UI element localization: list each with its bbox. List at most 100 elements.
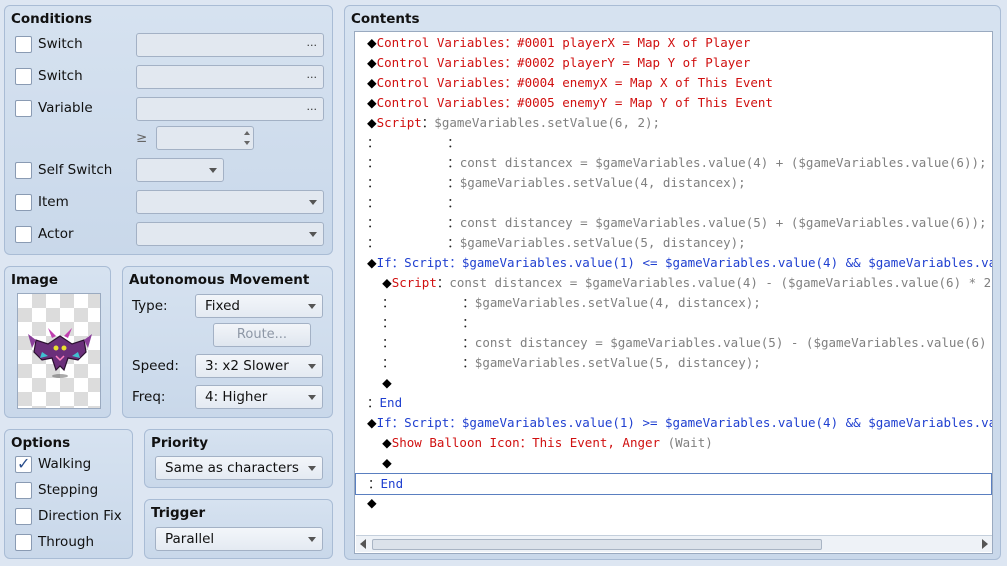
speed-dropdown[interactable]: 3: x2 Slower: [195, 354, 323, 378]
command-text: ：: [436, 275, 450, 290]
variable-label: Variable: [38, 100, 93, 116]
command-line[interactable]: ： ：const distancey = $gameVariables.valu…: [355, 333, 992, 353]
scroll-left-icon[interactable]: [360, 539, 366, 549]
item-checkbox[interactable]: [15, 194, 32, 211]
purple-bat-demon-icon: [28, 328, 92, 378]
command-text: [367, 275, 382, 290]
spin-down-icon[interactable]: [244, 141, 250, 145]
command-line[interactable]: ◆Script：$gameVariables.setValue(6, 2);: [355, 113, 992, 133]
command-line[interactable]: ◆Control Variables：#0002 playerY = Map Y…: [355, 53, 992, 73]
command-line[interactable]: ： ：$gameVariables.setValue(4, distancex)…: [355, 293, 992, 313]
command-line[interactable]: ◆: [355, 373, 992, 393]
priority-dropdown[interactable]: Same as characters: [155, 456, 323, 480]
command-text: ：: [367, 395, 380, 410]
image-title: Image: [11, 272, 59, 288]
self-switch-dropdown[interactable]: [136, 158, 224, 182]
scrollbar-thumb[interactable]: [372, 539, 822, 550]
command-line[interactable]: ◆If：Script：$gameVariables.value(1) <= $g…: [355, 253, 992, 273]
command-line[interactable]: ： ：: [355, 313, 992, 333]
switch2-select-field[interactable]: ...: [136, 65, 324, 89]
item-dropdown[interactable]: [136, 190, 324, 214]
event-image-preview[interactable]: [17, 293, 101, 409]
command-text: const distancey = $gameVariables.value(5…: [474, 335, 993, 350]
command-text: $gameVariables.setValue(4, distancex);: [474, 295, 761, 310]
command-line[interactable]: ◆Control Variables：#0004 enemyX = Map X …: [355, 73, 992, 93]
ellipsis-icon: ...: [306, 68, 318, 81]
walking-checkbox[interactable]: [15, 454, 32, 473]
command-line[interactable]: ◆: [355, 493, 992, 513]
chevron-down-icon: [309, 200, 317, 205]
type-dropdown[interactable]: Fixed: [195, 294, 323, 318]
actor-dropdown[interactable]: [136, 222, 324, 246]
through-label: Through: [38, 534, 94, 550]
command-line[interactable]: ◆Control Variables：#0001 playerX = Map X…: [355, 33, 992, 53]
command-text: Control Variables：#0001 playerX = Map X …: [376, 35, 751, 50]
command-line[interactable]: ： ：$gameVariables.setValue(5, distancey)…: [355, 233, 992, 253]
diamond-icon: ◆: [382, 275, 392, 290]
switch2-label: Switch: [38, 68, 83, 84]
command-line[interactable]: ： ：$gameVariables.setValue(5, distancey)…: [355, 353, 992, 373]
command-line[interactable]: ◆If：Script：$gameVariables.value(1) >= $g…: [355, 413, 992, 433]
command-text: $gameVariables.setValue(5, distancey);: [459, 235, 746, 250]
chevron-down-icon: [308, 537, 316, 542]
route-button[interactable]: Route...: [213, 323, 311, 347]
diamond-icon: ◆: [382, 375, 392, 390]
horizontal-scrollbar[interactable]: [356, 535, 992, 552]
chevron-down-icon: [209, 168, 217, 173]
priority-title: Priority: [151, 435, 208, 451]
variable-value-spinner[interactable]: [156, 126, 254, 150]
scroll-right-icon[interactable]: [982, 539, 988, 549]
spin-up-icon[interactable]: [244, 131, 250, 135]
switch1-checkbox[interactable]: [15, 36, 32, 53]
self-switch-checkbox[interactable]: [15, 162, 32, 179]
through-checkbox[interactable]: [15, 534, 32, 551]
command-text: End: [379, 395, 403, 410]
gte-symbol: ≥: [136, 130, 148, 146]
command-line[interactable]: ： ：const distancex = $gameVariables.valu…: [355, 153, 992, 173]
direction-fix-label: Direction Fix: [38, 508, 122, 524]
freq-dropdown[interactable]: 4: Higher: [195, 385, 323, 409]
command-text: ：: [421, 115, 435, 130]
chevron-down-icon: [308, 364, 316, 369]
command-text: Script: [391, 275, 437, 290]
diamond-icon: ◆: [367, 95, 377, 110]
options-panel: Options Walking Stepping Direction Fix T…: [4, 429, 133, 559]
diamond-icon: ◆: [367, 415, 377, 430]
self-switch-label: Self Switch: [38, 162, 113, 178]
command-line[interactable]: ： ：$gameVariables.setValue(4, distancex)…: [355, 173, 992, 193]
type-label: Type:: [132, 298, 168, 314]
chevron-down-icon: [308, 395, 316, 400]
command-line[interactable]: ◆Show Balloon Icon：This Event, Anger (Wa…: [355, 433, 992, 453]
command-text: ： ：: [367, 175, 460, 190]
speed-label: Speed:: [132, 358, 179, 374]
command-text: If：Script：$gameVariables.value(1) >= $ga…: [376, 415, 993, 430]
direction-fix-checkbox[interactable]: [15, 508, 32, 525]
switch2-checkbox[interactable]: [15, 68, 32, 85]
command-line[interactable]: ：End: [355, 393, 992, 413]
trigger-dropdown[interactable]: Parallel: [155, 527, 323, 551]
stepping-checkbox[interactable]: [15, 482, 32, 499]
command-text: $gameVariables.setValue(5, distancey);: [474, 355, 761, 370]
diamond-icon: ◆: [367, 75, 377, 90]
command-text: ： ：: [367, 315, 475, 330]
command-line[interactable]: ： ：const distancey = $gameVariables.valu…: [355, 213, 992, 233]
command-line[interactable]: ：End: [355, 473, 992, 495]
command-text: ： ：: [367, 195, 460, 210]
command-text: ： ：: [367, 135, 460, 150]
priority-panel: Priority Same as characters: [144, 429, 333, 488]
command-line[interactable]: ： ：: [355, 193, 992, 213]
variable-select-field[interactable]: ...: [136, 97, 324, 121]
command-line[interactable]: ◆Control Variables：#0005 enemyY = Map Y …: [355, 93, 992, 113]
freq-value: 4: Higher: [205, 389, 268, 405]
command-text: ： ：: [367, 295, 475, 310]
event-command-list[interactable]: ◆ Control Variables：#0001 playerX = Map X…: [354, 31, 993, 554]
variable-checkbox[interactable]: [15, 100, 32, 117]
actor-checkbox[interactable]: [15, 226, 32, 243]
command-text: $gameVariables.setValue(6, 2);: [434, 115, 661, 130]
command-line[interactable]: ◆: [355, 453, 992, 473]
command-text: Show Balloon Icon：This Event, Anger: [391, 435, 668, 450]
command-line[interactable]: ： ：: [355, 133, 992, 153]
conditions-title: Conditions: [11, 11, 93, 27]
switch1-select-field[interactable]: ...: [136, 33, 324, 57]
command-line[interactable]: ◆Script：const distancex = $gameVariables…: [355, 273, 992, 293]
